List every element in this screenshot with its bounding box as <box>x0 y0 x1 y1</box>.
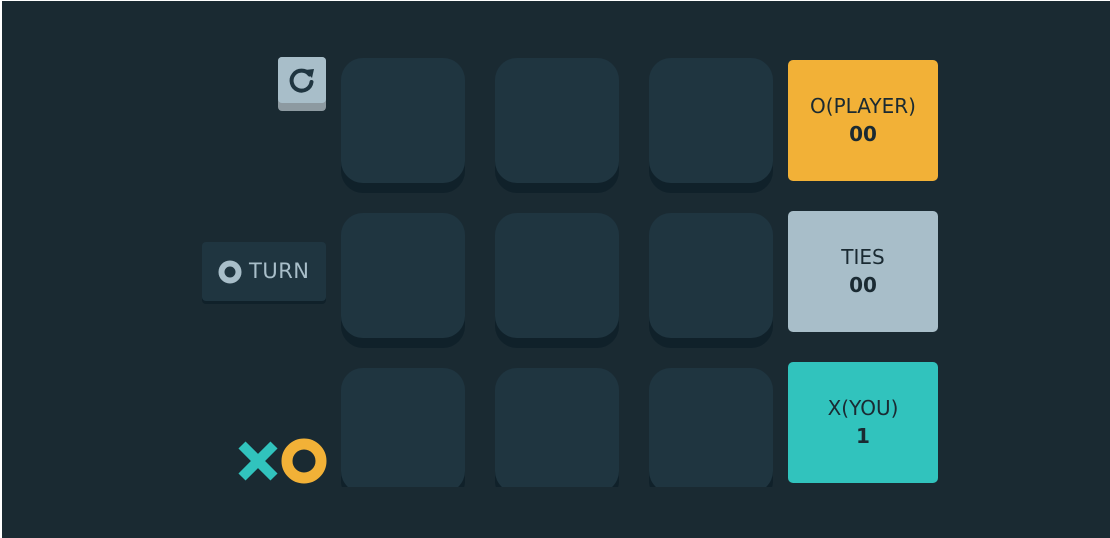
restart-button[interactable] <box>278 57 326 111</box>
restart-icon <box>289 68 314 93</box>
game-screen: TURN O(PLAYER) 00 TIES 00 X(YOU) 1 <box>2 1 1110 538</box>
board-cell-3[interactable] <box>649 58 773 183</box>
score-card-x: X(YOU) 1 <box>788 362 938 483</box>
score-x-title: X(YOU) <box>827 396 899 420</box>
game-logo <box>237 438 329 486</box>
o-mark-icon <box>218 260 242 284</box>
board-cell-7[interactable] <box>341 368 465 487</box>
score-ties-title: TIES <box>841 245 885 269</box>
board-cell-5[interactable] <box>495 213 619 338</box>
score-card-ties: TIES 00 <box>788 211 938 332</box>
board-cell-1[interactable] <box>341 58 465 183</box>
score-o-title: O(PLAYER) <box>810 94 916 118</box>
turn-indicator: TURN <box>202 242 326 301</box>
board-cell-9[interactable] <box>649 368 773 487</box>
score-card-o: O(PLAYER) 00 <box>788 60 938 181</box>
score-ties-value: 00 <box>849 273 877 297</box>
score-x-value: 1 <box>856 424 870 448</box>
board-cell-2[interactable] <box>495 58 619 183</box>
x-mark-icon <box>238 441 278 481</box>
game-board <box>2 1 1110 487</box>
o-mark-icon <box>281 438 327 484</box>
board-cell-8[interactable] <box>495 368 619 487</box>
board-cell-6[interactable] <box>649 213 773 338</box>
turn-label: TURN <box>249 259 310 283</box>
score-o-value: 00 <box>849 122 877 146</box>
board-cell-4[interactable] <box>341 213 465 338</box>
